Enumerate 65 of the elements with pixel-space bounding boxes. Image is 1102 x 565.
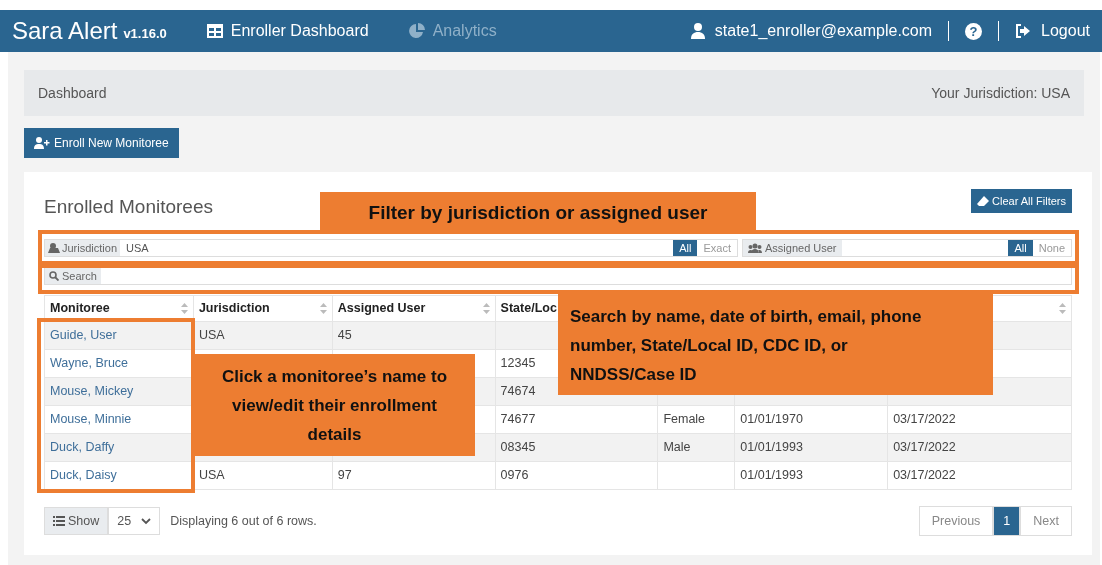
table-icon: [206, 24, 223, 38]
table-cell: 45: [337, 328, 352, 343]
search-field[interactable]: Search: [44, 267, 1072, 285]
logout-link[interactable]: Logout: [1015, 19, 1090, 43]
table-cell: 74674: [500, 384, 536, 399]
filter-label: Assigned User: [765, 240, 837, 256]
column-header: Assigned User: [337, 300, 426, 318]
pie-chart-icon: [408, 23, 425, 39]
table-cell: 01/01/1970: [740, 412, 803, 427]
pagination-link[interactable]: Next: [1020, 506, 1072, 536]
jurisdiction-label: Your Jurisdiction: USA: [931, 83, 1070, 103]
sort-icon: [1059, 303, 1066, 314]
filter-label: Jurisdiction: [62, 240, 118, 256]
list-icon: [53, 516, 65, 526]
callout-note: Click a monitoree’s name to view/edit their enrollment details: [194, 354, 475, 456]
table-cell: 03/17/2022: [893, 468, 956, 483]
version-label: v1.16.0: [123, 25, 167, 44]
table-cell: 08345: [500, 440, 536, 455]
pagination-link[interactable]: Previous: [918, 506, 994, 536]
column-header: Monitoree: [50, 300, 110, 318]
user-icon: [690, 23, 705, 39]
table-cell: 0976: [500, 468, 529, 483]
table-cell: 97: [337, 468, 352, 483]
add-user-icon: [34, 137, 50, 149]
table-cell: USA: [198, 328, 225, 343]
jurisdiction-filter[interactable]: Jurisdiction USA All Exact: [44, 239, 738, 257]
eraser-icon: [977, 195, 990, 207]
show-button[interactable]: Show: [44, 507, 109, 535]
card-title: Enrolled Monitorees: [44, 195, 213, 219]
callout-note: Search by name, date of birth, email, phone number, State/Local ID, CDC ID, or NNDSS/Case ID: [558, 294, 993, 395]
sort-icon: [319, 303, 327, 314]
search-icon: [49, 271, 59, 281]
nav-link[interactable]: Enroller Dashboard: [206, 19, 369, 43]
sort-icon: [180, 303, 188, 314]
logout-icon: [1015, 24, 1032, 38]
chevron-down-icon: [141, 517, 152, 525]
callout-note: Filter by jurisdiction or assigned user: [320, 192, 756, 232]
table-cell: 74677: [500, 412, 536, 427]
page-button[interactable]: 1: [993, 506, 1021, 536]
column-header: Jurisdiction: [198, 300, 270, 318]
search-label: Search: [62, 268, 97, 284]
page-size-select[interactable]: 25: [108, 507, 161, 535]
toggle-button[interactable]: All: [673, 240, 698, 256]
users-icon: [748, 243, 762, 253]
toggle-button[interactable]: All: [1008, 240, 1033, 256]
rows-summary: Displaying 6 out of 6 rows.: [170, 512, 317, 530]
assigned-user-filter[interactable]: Assigned User All None: [742, 239, 1072, 257]
table-cell: 03/17/2022: [893, 412, 956, 427]
table-cell: Female: [663, 412, 706, 427]
table-cell: 03/17/2022: [893, 440, 956, 455]
brand-title: Sara Alert: [12, 19, 118, 43]
help-button[interactable]: ?: [965, 22, 983, 40]
table-cell: USA: [198, 468, 225, 483]
user-email: state1_enroller@example.com: [714, 21, 933, 41]
table-cell: 01/01/1993: [740, 440, 803, 455]
table-cell: Male: [663, 440, 691, 455]
enroll-button[interactable]: Enroll New Monitoree: [24, 128, 179, 158]
table-cell: 01/01/1993: [740, 468, 803, 483]
column-header: State/Loc: [500, 300, 557, 318]
sort-icon: [482, 303, 490, 314]
breadcrumb-text: Dashboard: [38, 83, 107, 103]
clear-filters-button[interactable]: Clear All Filters: [971, 189, 1072, 213]
table-cell: 12345: [500, 356, 536, 371]
map-pin-icon: [48, 243, 60, 253]
filter-value: USA: [126, 240, 150, 256]
